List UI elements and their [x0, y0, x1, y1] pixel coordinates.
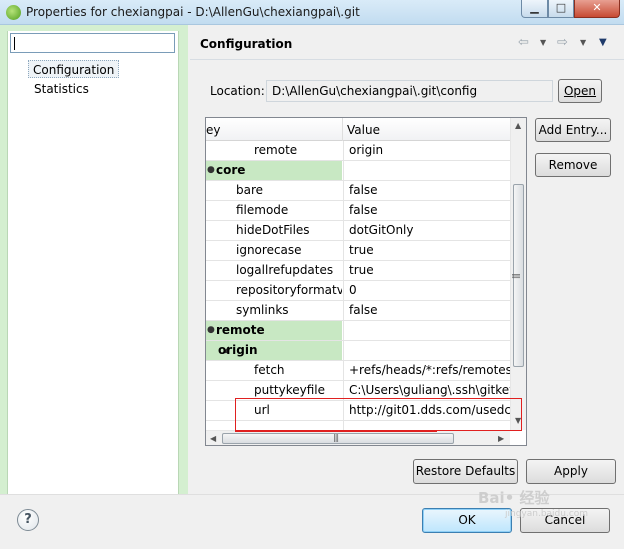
value-cell: origin	[343, 141, 510, 160]
table-row[interactable]: filemode false	[206, 201, 510, 221]
value-cell: true	[343, 241, 510, 260]
key-text: filemode	[236, 203, 289, 217]
scroll-right-icon[interactable]: ▶	[498, 434, 504, 443]
key-cell: bare	[206, 181, 342, 200]
table-row[interactable]: symlinks false	[206, 301, 510, 321]
value-cell	[343, 321, 510, 340]
scroll-up-icon[interactable]: ▲	[515, 121, 521, 130]
column-header-key[interactable]: ey	[206, 123, 220, 137]
highlight-box	[235, 398, 522, 431]
value-cell: false	[343, 181, 510, 200]
navigation-pane: Configuration Statistics	[0, 25, 188, 494]
forward-dropdown-icon[interactable]: ▼	[580, 35, 586, 51]
expand-toggle-icon[interactable]: ●	[207, 161, 215, 180]
value-cell: +refs/heads/*:refs/remotes/	[343, 361, 510, 380]
app-icon	[6, 5, 21, 20]
key-text: repositoryformatv	[236, 283, 342, 297]
value-cell: false	[343, 301, 510, 320]
view-menu-icon[interactable]: ▼	[599, 35, 607, 51]
filter-input[interactable]	[10, 33, 175, 53]
table-section-row[interactable]: ● remote	[206, 321, 510, 341]
key-cell: ◢ origin	[206, 341, 342, 360]
key-cell: filemode	[206, 201, 342, 220]
key-text: bare	[236, 183, 264, 197]
forward-arrow-icon[interactable]: ⇨	[557, 35, 568, 51]
config-table[interactable]: ey Value remote origin ● core bare false filem…	[205, 117, 527, 446]
title-bar: Properties for chexiangpai - D:\AllenGu\…	[0, 0, 624, 25]
vertical-scrollbar[interactable]: ▲ ||| ▼	[510, 118, 526, 430]
table-row[interactable]: repositoryformatv 0	[206, 281, 510, 301]
table-header: ey Value	[206, 118, 510, 141]
highlight-underline	[235, 431, 437, 432]
key-cell: ignorecase	[206, 241, 342, 260]
table-row[interactable]: ignorecase true	[206, 241, 510, 261]
dialog-body: Configuration Statistics Configuration ⇦…	[0, 25, 624, 549]
key-text: symlinks	[236, 303, 289, 317]
page-title: Configuration	[200, 37, 293, 51]
key-cell: ● remote	[206, 321, 342, 340]
minimize-button[interactable]: ▁	[521, 0, 548, 18]
table-row[interactable]: hideDotFiles dotGitOnly	[206, 221, 510, 241]
key-cell: remote	[206, 141, 342, 160]
location-label: Location:	[210, 84, 265, 98]
watermark-url: jingyan.baidu.com	[505, 509, 589, 519]
back-dropdown-icon[interactable]: ▼	[540, 35, 546, 51]
ok-button[interactable]: OK	[422, 508, 512, 533]
back-arrow-icon[interactable]: ⇦	[518, 35, 529, 51]
close-button[interactable]: ✕	[574, 0, 620, 18]
key-text: origin	[218, 343, 258, 357]
key-cell: symlinks	[206, 301, 342, 320]
key-cell: hideDotFiles	[206, 221, 342, 240]
location-field: D:\AllenGu\chexiangpai\.git\config	[266, 80, 553, 102]
key-text: remote	[216, 323, 265, 337]
column-divider[interactable]	[342, 118, 343, 141]
key-cell: repositoryformatv	[206, 281, 342, 300]
value-cell: 0	[343, 281, 510, 300]
sidebar-item-configuration[interactable]: Configuration	[28, 60, 120, 78]
table-row[interactable]: fetch +refs/heads/*:refs/remotes/	[206, 361, 510, 381]
scroll-left-icon[interactable]: ◀	[210, 434, 216, 443]
key-text: remote	[254, 143, 298, 157]
horizontal-scrollbar[interactable]: ◀ ||| ▶	[206, 430, 510, 445]
expand-toggle-icon[interactable]: ●	[207, 321, 215, 340]
remove-button[interactable]: Remove	[535, 153, 611, 177]
key-text: ignorecase	[236, 243, 302, 257]
grip-icon: |||	[333, 433, 339, 442]
value-cell	[343, 161, 510, 180]
apply-button[interactable]: Apply	[526, 459, 616, 484]
table-row[interactable]: bare false	[206, 181, 510, 201]
window-title: Properties for chexiangpai - D:\AllenGu\…	[26, 5, 360, 19]
key-cell: fetch	[206, 361, 342, 380]
value-cell: true	[343, 261, 510, 280]
sidebar-item-statistics[interactable]: Statistics	[30, 80, 93, 98]
key-text: core	[216, 163, 246, 177]
column-header-value[interactable]: Value	[347, 123, 380, 137]
key-cell: ● core	[206, 161, 342, 180]
table-rows: remote origin ● core bare false filemode false h…	[206, 141, 510, 441]
value-cell: false	[343, 201, 510, 220]
table-row[interactable]: remote origin	[206, 141, 510, 161]
text-cursor	[14, 37, 15, 50]
table-row[interactable]: logallrefupdates true	[206, 261, 510, 281]
help-icon[interactable]: ?	[17, 509, 39, 531]
key-text: logallrefupdates	[236, 263, 334, 277]
table-section-row[interactable]: ● core	[206, 161, 510, 181]
key-text: hideDotFiles	[236, 223, 310, 237]
navigation-tree	[7, 31, 179, 494]
value-cell: dotGitOnly	[343, 221, 510, 240]
watermark-logo: Bai• 经验	[478, 489, 550, 507]
grip-icon: |||	[512, 272, 522, 279]
header-divider	[190, 59, 624, 60]
table-section-row[interactable]: ◢ origin	[206, 341, 510, 361]
key-cell: logallrefupdates	[206, 261, 342, 280]
restore-defaults-button[interactable]: Restore Defaults	[413, 459, 518, 484]
maximize-button[interactable]: □	[548, 0, 574, 18]
key-text: fetch	[254, 363, 285, 377]
value-cell	[343, 341, 510, 360]
add-entry-button[interactable]: Add Entry...	[535, 118, 611, 142]
open-button[interactable]: Open	[558, 79, 602, 103]
